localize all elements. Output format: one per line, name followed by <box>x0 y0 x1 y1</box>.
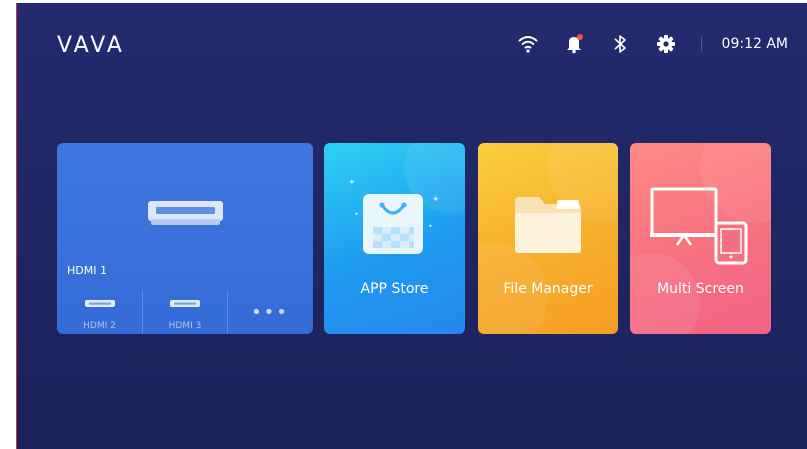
hdmi-1-label: HDMI 1 <box>67 264 107 277</box>
projector-screen-icon <box>650 187 750 269</box>
hdmi-3-label: HDMI 3 <box>168 320 202 331</box>
sparkle-icon: ✦ <box>354 211 360 218</box>
sparkle-icon: ✦ <box>428 223 434 230</box>
hdmi-port-icon <box>148 201 223 231</box>
hdmi-2-label: HDMI 2 <box>83 320 116 331</box>
hdmi-port-small-icon <box>170 294 200 313</box>
file-manager-tile[interactable]: File Manager <box>478 143 618 334</box>
clock-time: 09:12 AM <box>721 36 788 52</box>
multi-screen-label: Multi Screen <box>657 281 744 297</box>
brand-logo: VAVA <box>57 33 125 58</box>
notification-bell-icon[interactable] <box>563 33 585 55</box>
bluetooth-icon[interactable] <box>609 33 631 55</box>
hdmi-2-button[interactable]: HDMI 2 <box>57 290 142 334</box>
status-divider <box>700 37 702 51</box>
shopping-bag-icon <box>362 193 424 259</box>
more-inputs-button[interactable]: ••• <box>227 290 313 334</box>
folder-icon <box>513 195 583 259</box>
sparkle-icon: ✦ <box>432 195 440 205</box>
home-screen: VAVA 09:12 AM HDMI 1 HDMI 2 HDMI 3 ••• ✦… <box>16 3 807 449</box>
app-store-tile[interactable]: ✦ ✦ ✦ ✦ APP Store <box>324 143 465 334</box>
status-bar: 09:12 AM <box>493 29 788 59</box>
file-manager-label: File Manager <box>503 281 593 297</box>
wifi-icon[interactable] <box>517 33 539 55</box>
app-store-label: APP Store <box>360 281 429 297</box>
sparkle-icon: ✦ <box>348 178 356 188</box>
hdmi-3-button[interactable]: HDMI 3 <box>143 290 227 334</box>
settings-gear-icon[interactable] <box>655 33 677 55</box>
notification-dot <box>576 34 583 40</box>
hdmi-port-small-icon <box>84 294 115 313</box>
multi-screen-tile[interactable]: Multi Screen <box>630 143 771 334</box>
hdmi-tile[interactable]: HDMI 1 HDMI 2 HDMI 3 ••• <box>57 143 313 334</box>
